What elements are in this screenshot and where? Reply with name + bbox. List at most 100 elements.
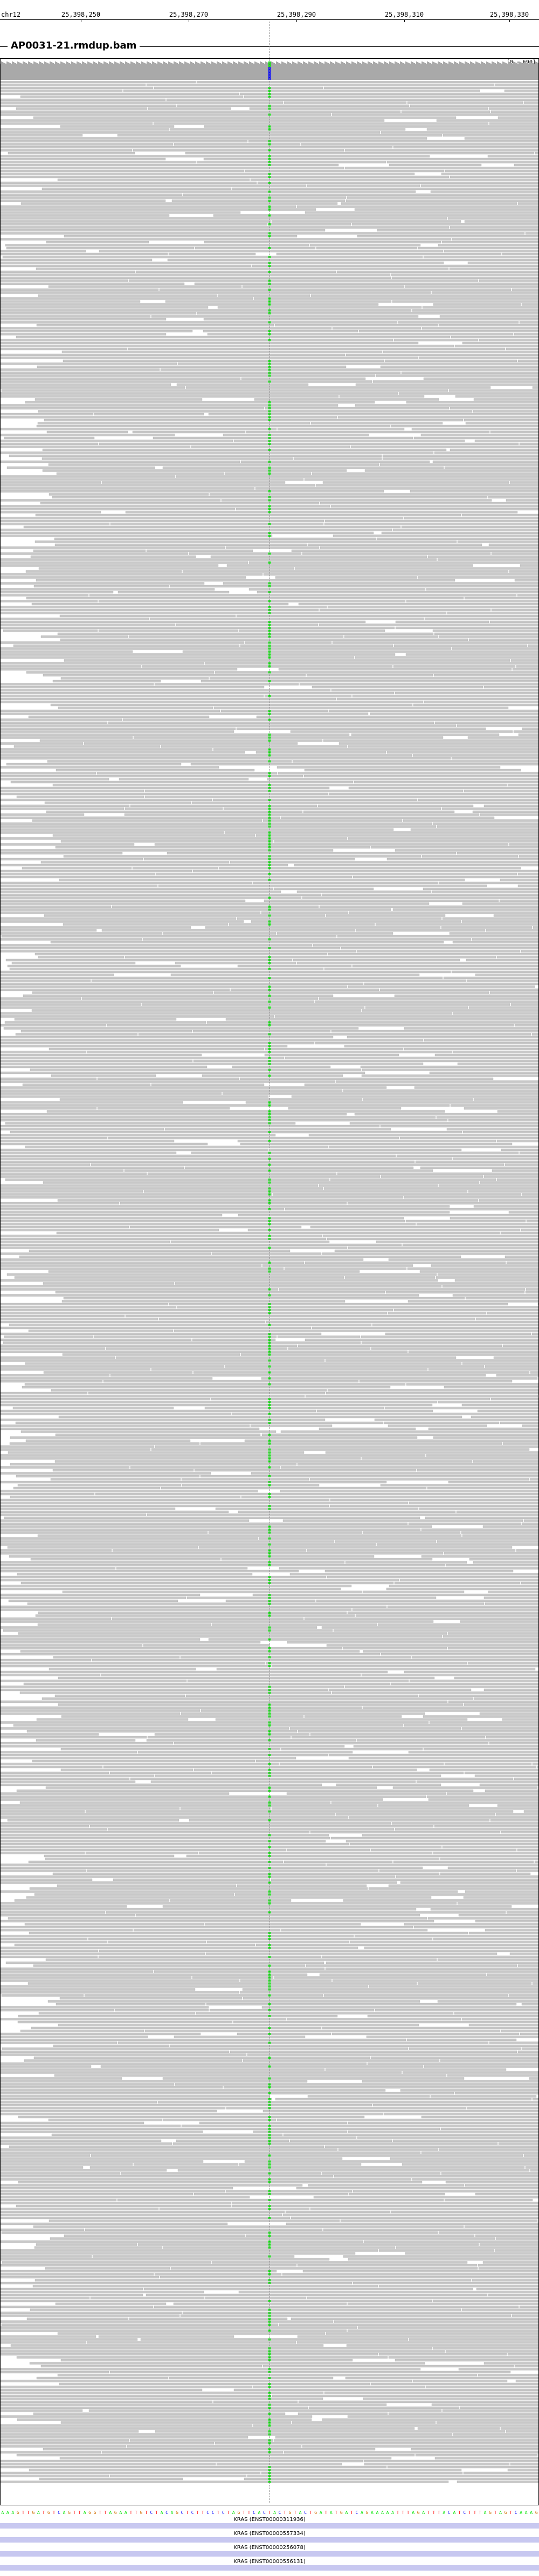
read xyxy=(0,505,330,508)
read xyxy=(191,1152,519,1154)
read xyxy=(230,2050,517,2053)
read xyxy=(101,481,286,484)
gene-row[interactable]: KRAS (ENST00000557334) xyxy=(0,2531,539,2545)
read xyxy=(0,2386,252,2388)
mismatch-base xyxy=(268,985,271,988)
read xyxy=(97,1077,239,1080)
read xyxy=(0,288,159,291)
mismatch-base xyxy=(268,1246,271,1249)
mismatch-base xyxy=(268,1938,271,1940)
read xyxy=(404,1670,539,1674)
read xyxy=(323,1994,508,1997)
read xyxy=(433,674,539,677)
read xyxy=(0,564,219,567)
coverage-bar xyxy=(321,63,322,80)
read xyxy=(0,1608,352,1611)
read xyxy=(454,2092,539,2095)
read xyxy=(0,175,450,179)
read xyxy=(0,1409,316,1413)
read xyxy=(225,2190,353,2193)
reference-base: T xyxy=(99,2510,101,2515)
read xyxy=(426,1795,539,1798)
read xyxy=(519,321,539,324)
gene-feature-bar[interactable] xyxy=(0,2551,539,2557)
mismatch-base xyxy=(268,1790,271,1792)
read xyxy=(0,2198,117,2202)
read xyxy=(411,2448,539,2451)
mismatch-base xyxy=(268,1057,271,1059)
mismatch-base xyxy=(268,449,271,451)
mismatch-base xyxy=(268,208,271,211)
mismatch-base xyxy=(268,1324,271,1326)
gene-row[interactable]: KRAS (ENST00000311936) xyxy=(0,2517,539,2531)
read xyxy=(475,2234,539,2237)
read xyxy=(0,1920,434,1923)
coverage-bar xyxy=(87,61,88,80)
mismatch-base xyxy=(268,1647,271,1649)
coverage-bar xyxy=(291,64,292,80)
read xyxy=(56,2003,206,2006)
mismatch-base xyxy=(268,1202,271,1204)
read xyxy=(356,1739,539,1742)
mismatch-base xyxy=(268,200,271,202)
gene-row[interactable]: KRAS (ENST00000556131) xyxy=(0,2559,539,2573)
mismatch-base xyxy=(268,710,271,712)
coverage-bar xyxy=(121,62,122,80)
read xyxy=(453,1051,539,1053)
gene-feature-bar[interactable] xyxy=(0,2537,539,2543)
read xyxy=(0,2368,421,2371)
read xyxy=(0,86,154,90)
coverage-bar xyxy=(378,61,379,80)
read xyxy=(473,410,539,413)
alignment-reads-panel[interactable] xyxy=(0,81,539,2503)
read xyxy=(0,1267,284,1270)
read xyxy=(0,519,324,523)
read xyxy=(289,1727,461,1730)
coverage-histogram[interactable] xyxy=(0,60,539,80)
read xyxy=(0,362,177,365)
mismatch-base xyxy=(268,2419,271,2421)
read xyxy=(464,1771,539,1775)
track-title[interactable]: AP0031-21.rmdup.bam xyxy=(8,40,140,51)
read xyxy=(204,1407,384,1409)
gene-row[interactable]: KRAS (ENST00000256078) xyxy=(0,2545,539,2559)
read xyxy=(0,1392,88,1395)
read xyxy=(0,2392,324,2394)
read xyxy=(97,1107,230,1110)
coverage-bar xyxy=(27,64,28,80)
read xyxy=(392,2139,539,2142)
read xyxy=(28,715,210,718)
coverage-bar xyxy=(468,63,469,80)
reference-base: T xyxy=(202,2510,204,2515)
read xyxy=(0,641,245,644)
read xyxy=(364,2463,510,2465)
mismatch-base xyxy=(268,2217,271,2219)
gene-feature-bar[interactable] xyxy=(0,2565,539,2571)
coverage-bar xyxy=(402,63,403,80)
mismatch-base xyxy=(268,2407,271,2409)
gene-feature-bar[interactable] xyxy=(0,2523,539,2529)
read xyxy=(60,2421,292,2424)
read xyxy=(238,1510,456,1513)
read xyxy=(378,1804,469,1807)
read xyxy=(5,1178,330,1181)
mismatch-base xyxy=(268,467,271,469)
read xyxy=(0,1347,106,1350)
read xyxy=(355,656,539,659)
mismatch-base xyxy=(268,2181,271,2183)
track-header[interactable]: AP0031-21.rmdup.bam xyxy=(0,40,539,53)
read xyxy=(517,202,539,205)
read xyxy=(490,430,539,434)
read xyxy=(0,1205,450,1208)
read xyxy=(496,956,539,958)
read xyxy=(256,715,539,718)
mismatch-base xyxy=(268,645,271,647)
read xyxy=(0,1712,181,1715)
read xyxy=(0,1911,106,1914)
read xyxy=(401,525,539,529)
read xyxy=(59,2382,370,2386)
read xyxy=(0,2403,387,2406)
coverage-bar xyxy=(40,62,41,80)
read xyxy=(488,107,539,110)
coverage-bar xyxy=(42,63,43,80)
